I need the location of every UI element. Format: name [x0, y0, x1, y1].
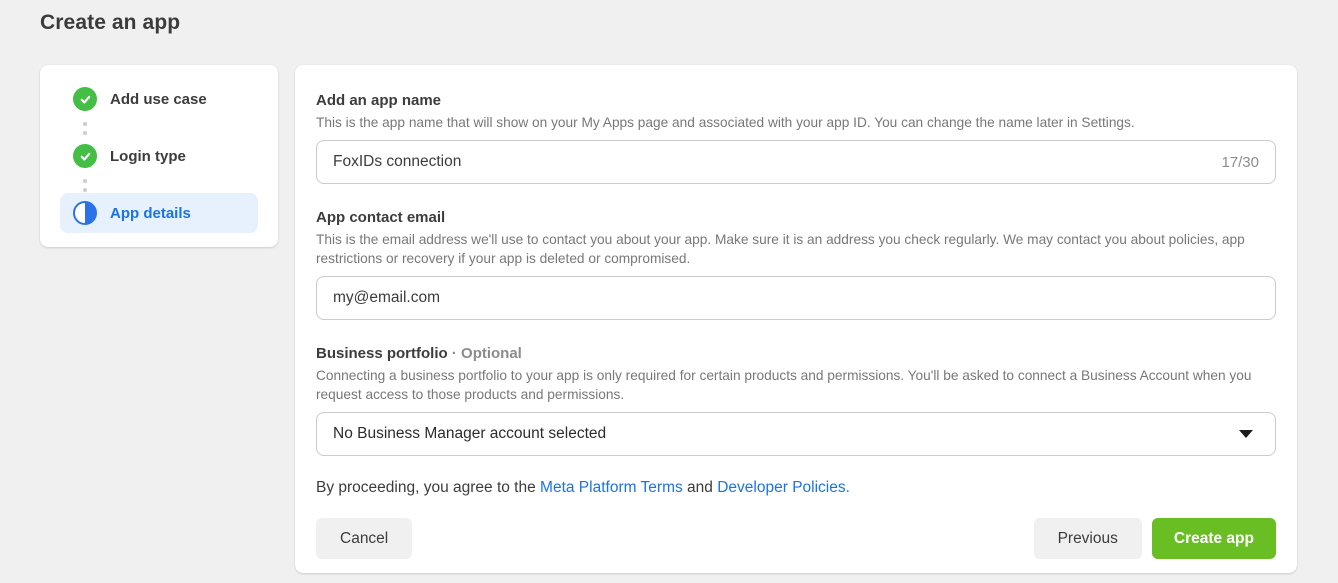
caret-down-icon	[1239, 430, 1253, 438]
app-name-char-counter: 17/30	[1221, 154, 1259, 171]
contact-email-description: This is the email address we'll use to c…	[316, 230, 1276, 268]
app-name-label: Add an app name	[316, 91, 1276, 111]
terms-text: By proceeding, you agree to the Meta Pla…	[316, 478, 1276, 498]
business-portfolio-label-text: Business portfolio	[316, 345, 448, 362]
contact-email-input-box	[316, 276, 1276, 320]
app-name-input[interactable]	[333, 153, 1209, 171]
connector-dot	[83, 122, 87, 126]
previous-button[interactable]: Previous	[1034, 518, 1142, 559]
connector-dot	[83, 179, 87, 183]
step-add-use-case[interactable]: Add use case	[60, 79, 258, 119]
actions-bar: Cancel Previous Create app	[316, 518, 1276, 559]
optional-badge: · Optional	[452, 345, 522, 362]
app-name-description: This is the app name that will show on y…	[316, 113, 1276, 132]
step-app-details[interactable]: App details	[60, 193, 258, 233]
optional-text: · Optional	[452, 345, 522, 362]
step-connector	[83, 119, 258, 136]
connector-dot	[83, 131, 87, 135]
step-connector	[83, 176, 258, 193]
step-login-type[interactable]: Login type	[60, 136, 258, 176]
developer-policies-link[interactable]: Developer Policies.	[717, 479, 850, 496]
terms-and: and	[683, 479, 717, 496]
step-label: Login type	[110, 148, 186, 165]
app-name-section: Add an app name This is the app name tha…	[316, 91, 1276, 184]
stepper-sidebar: Add use case Login type App details	[40, 65, 278, 247]
business-portfolio-selected-value: No Business Manager account selected	[333, 425, 606, 443]
half-circle-progress-icon	[73, 201, 97, 225]
terms-prefix: By proceeding, you agree to the	[316, 479, 540, 496]
create-app-button[interactable]: Create app	[1152, 518, 1276, 559]
step-label: Add use case	[110, 91, 207, 108]
business-portfolio-description: Connecting a business portfolio to your …	[316, 366, 1276, 404]
app-details-form: Add an app name This is the app name tha…	[295, 65, 1297, 573]
actions-right-group: Previous Create app	[1034, 518, 1276, 559]
connector-dot	[83, 188, 87, 192]
page-title: Create an app	[40, 11, 180, 35]
check-icon	[73, 144, 97, 168]
business-portfolio-section: Business portfolio · Optional Connecting…	[316, 344, 1276, 456]
cancel-button[interactable]: Cancel	[316, 518, 412, 559]
contact-email-label: App contact email	[316, 208, 1276, 228]
app-name-input-box: 17/30	[316, 140, 1276, 184]
meta-platform-terms-link[interactable]: Meta Platform Terms	[540, 479, 683, 496]
business-portfolio-select[interactable]: No Business Manager account selected	[316, 412, 1276, 456]
contact-email-input[interactable]	[333, 289, 1259, 307]
contact-email-section: App contact email This is the email addr…	[316, 208, 1276, 320]
check-icon	[73, 87, 97, 111]
step-label: App details	[110, 205, 191, 222]
business-portfolio-label: Business portfolio · Optional	[316, 344, 1276, 364]
